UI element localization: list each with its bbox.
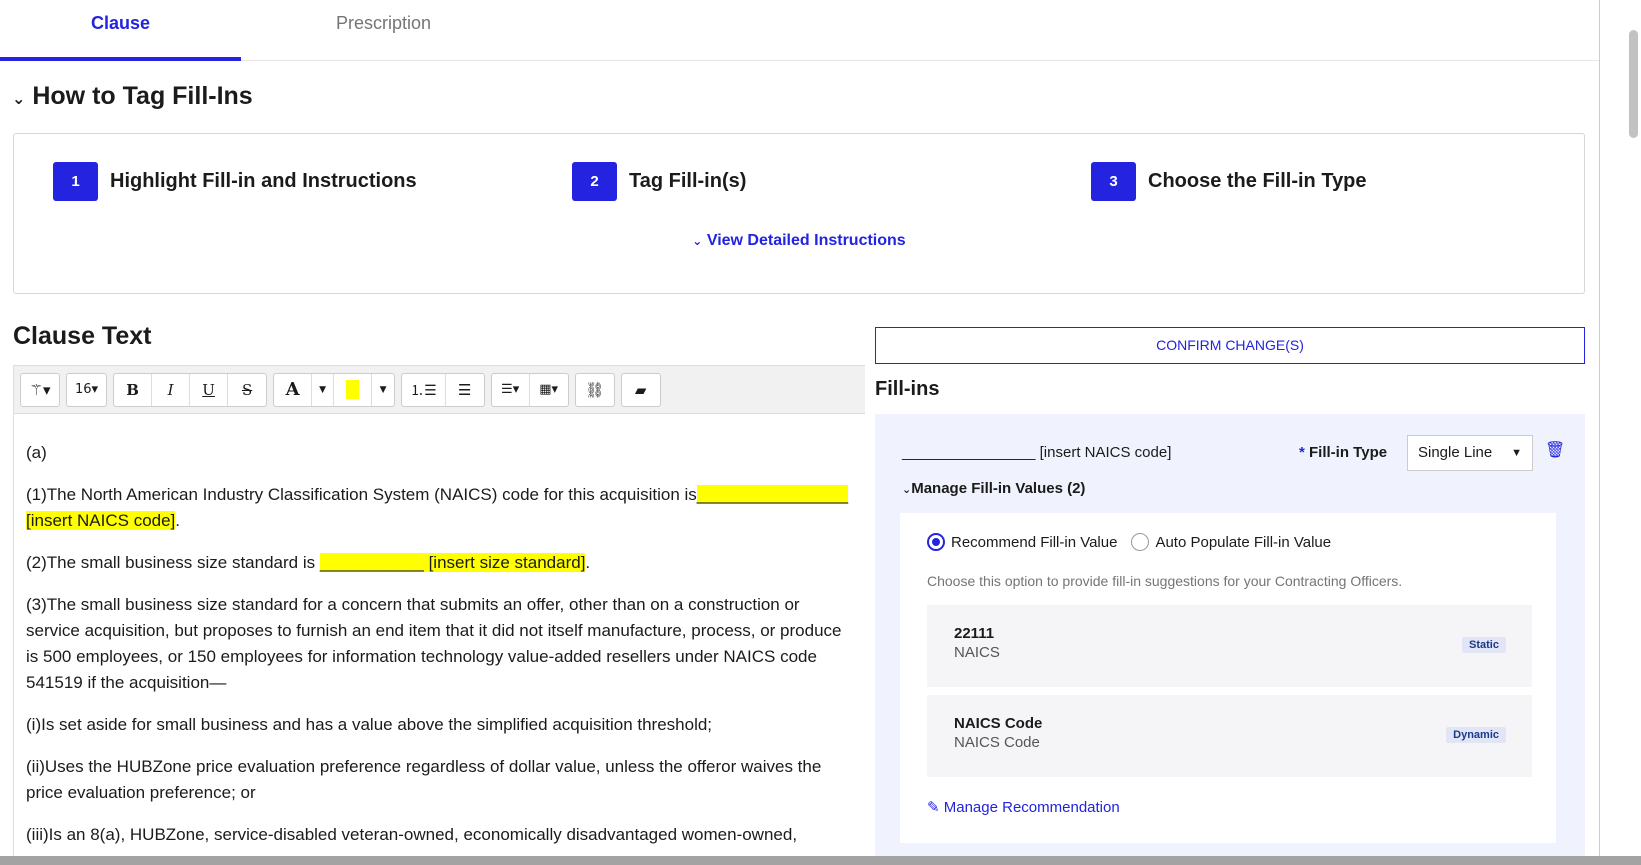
step-number: 2 (572, 162, 617, 201)
value-title: 22111 (954, 625, 995, 642)
step-label: Highlight Fill-in and Instructions (110, 170, 417, 192)
label: Manage Fill-in Values (2) (911, 480, 1086, 497)
underline-button[interactable]: U (190, 373, 229, 406)
fill-in-item: ________________ [insert NAICS code] (902, 444, 1172, 461)
status-badge: Static (1462, 637, 1506, 653)
align-dropdown[interactable]: ☰▾ (492, 373, 530, 406)
radio-selected-icon (927, 533, 945, 551)
strikethrough-button[interactable]: S (228, 374, 266, 406)
value-sub: NAICS (954, 644, 1000, 661)
manage-fill-in-values-toggle[interactable]: ⌄Manage Fill-in Values (2) (902, 480, 1085, 497)
horizontal-scrollbar[interactable] (0, 856, 1641, 865)
font-size-value: 16 (75, 382, 92, 397)
value-sub: NAICS Code (954, 734, 1040, 751)
italic-button[interactable]: I (152, 373, 191, 406)
editor-content[interactable]: (a) (1)The North American Industry Class… (14, 414, 865, 848)
highlight-color-button[interactable] (334, 373, 373, 406)
view-link-label: View Detailed Instructions (706, 232, 906, 249)
font-color-button[interactable]: A (274, 373, 313, 406)
label: Recommend Fill-in Value (951, 533, 1118, 551)
fill-in-value-card[interactable]: 22111 NAICS Static (927, 605, 1532, 687)
how-to-title: How to Tag Fill-Ins (32, 82, 253, 110)
chevron-down-icon: ⌄ (12, 91, 26, 108)
fill-in-type-select[interactable]: Single Line ▼ (1407, 435, 1533, 471)
step-label: Tag Fill-in(s) (629, 170, 747, 192)
eraser-icon[interactable]: ▰ (622, 374, 660, 406)
paragraph-2: (2)The small business size standard is _… (26, 550, 853, 576)
ordered-list-icon[interactable]: ⒈☰ (402, 373, 446, 406)
paragraph-3: (3)The small business size standard for … (26, 595, 842, 692)
fill-in-panel: ________________ [insert NAICS code] * F… (875, 414, 1585, 856)
bold-button[interactable]: B (114, 373, 153, 406)
confirm-changes-button[interactable]: CONFIRM CHANGE(S) (875, 327, 1585, 364)
required-marker: * (1299, 444, 1305, 461)
magic-wand-style-button[interactable]: ⚚▾ (21, 374, 59, 406)
text: . (585, 553, 591, 572)
tab-bar: Clause Prescription (0, 0, 1599, 61)
paragraph-i: (i)Is set aside for small business and h… (26, 715, 713, 734)
font-size-dropdown[interactable]: 16 ▾ (67, 374, 106, 406)
step-number: 3 (1091, 162, 1136, 201)
option-hint: Choose this option to provide fill-in su… (927, 573, 1403, 589)
radio-unselected-icon (1131, 533, 1150, 551)
step-number: 1 (53, 162, 98, 201)
status-badge: Dynamic (1446, 727, 1506, 743)
fill-in-highlight[interactable]: ___________ [insert size standard] (319, 553, 586, 572)
label: Fill-in Type (1309, 444, 1388, 461)
radio-auto-populate[interactable]: Auto Populate Fill-in Value (1131, 533, 1331, 551)
label: Auto Populate Fill-in Value (1155, 533, 1332, 551)
text: (2)The small business size standard is (26, 553, 320, 572)
fill-in-type-label: * Fill-in Type (1299, 444, 1387, 461)
caret-down-icon: ▼ (1511, 447, 1522, 459)
rich-text-editor: ⚚▾ 16 ▾ B I U S A ▼ ▼ ⒈☰ ☰ ☰▾ ▦▾ ⛓ ▰ (a) … (13, 365, 865, 865)
paragraph-a: (a) (26, 443, 47, 462)
edit-icon: ✎ (927, 799, 940, 816)
link-icon[interactable]: ⛓ (576, 374, 614, 406)
chevron-down-icon: ⌄ (692, 234, 703, 248)
text: . (175, 511, 181, 530)
how-to-heading[interactable]: ⌄ How to Tag Fill-Ins (12, 82, 253, 111)
fill-in-values-panel: Recommend Fill-in Value Auto Populate Fi… (900, 513, 1556, 843)
highlight-color-dropdown[interactable]: ▼ (372, 374, 394, 406)
fill-ins-heading: Fill-ins (875, 378, 940, 400)
table-dropdown[interactable]: ▦▾ (530, 374, 568, 406)
steps-panel: 1 Highlight Fill-in and Instructions 2 Tag… (13, 133, 1585, 294)
trash-icon[interactable]: 🗑 (1545, 440, 1565, 460)
font-color-dropdown[interactable]: ▼ (312, 373, 335, 406)
view-detailed-instructions-link[interactable]: ⌄ View Detailed Instructions (14, 232, 1584, 250)
label: Manage Recommendation (943, 799, 1120, 816)
selected-value: Single Line (1418, 444, 1493, 461)
paragraph-iii: (iii)Is an 8(a), HUBZone, service-disabl… (26, 825, 798, 844)
step-1: 1 Highlight Fill-in and Instructions (53, 162, 417, 201)
unordered-list-icon[interactable]: ☰ (446, 374, 484, 406)
page: Clause Prescription ⌄ How to Tag Fill-In… (0, 0, 1599, 865)
paragraph-ii: (ii)Uses the HUBZone price evaluation pr… (26, 757, 822, 802)
paragraph-1: (1)The North American Industry Classific… (26, 482, 853, 534)
tab-prescription[interactable]: Prescription (263, 0, 504, 61)
value-title: NAICS Code (954, 715, 1043, 732)
clause-text-heading: Clause Text (13, 322, 152, 350)
radio-recommend[interactable]: Recommend Fill-in Value (927, 533, 1117, 551)
manage-recommendation-link[interactable]: ✎ Manage Recommendation (927, 798, 1120, 816)
highlight-swatch-icon (346, 380, 360, 399)
scrollbar-thumb[interactable] (1629, 30, 1638, 138)
tab-clause[interactable]: Clause (0, 0, 241, 61)
step-2: 2 Tag Fill-in(s) (572, 162, 746, 201)
step-3: 3 Choose the Fill-in Type (1091, 162, 1367, 201)
editor-toolbar: ⚚▾ 16 ▾ B I U S A ▼ ▼ ⒈☰ ☰ ☰▾ ▦▾ ⛓ ▰ (14, 366, 865, 414)
fill-in-value-card[interactable]: NAICS Code NAICS Code Dynamic (927, 695, 1532, 777)
chevron-down-icon: ⌄ (902, 484, 912, 496)
text: (1)The North American Industry Classific… (26, 485, 697, 504)
vertical-scrollbar[interactable] (1599, 0, 1641, 856)
step-label: Choose the Fill-in Type (1148, 170, 1367, 192)
